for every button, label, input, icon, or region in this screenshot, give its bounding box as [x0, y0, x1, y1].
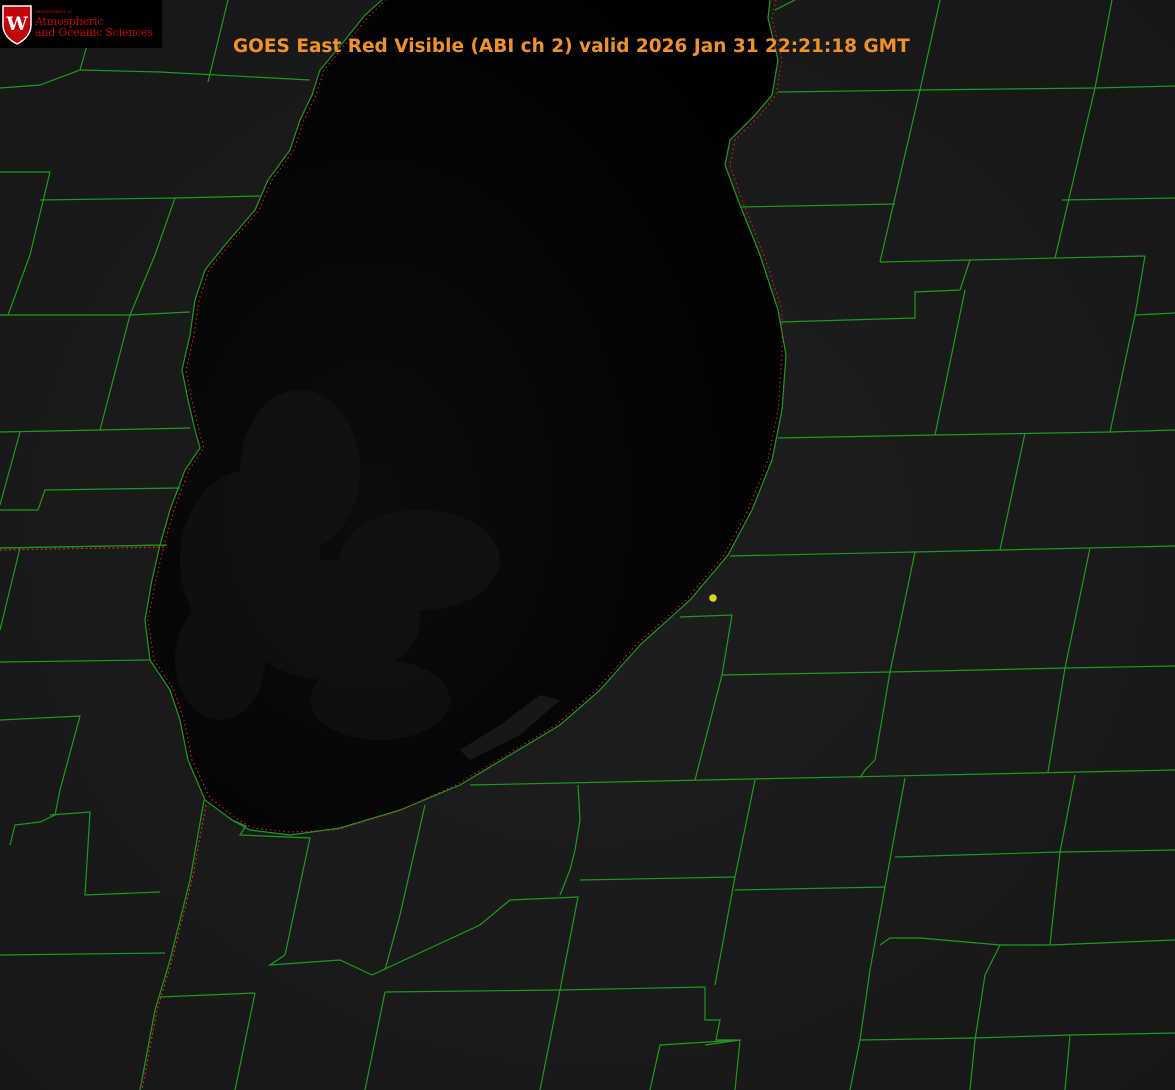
crest-letter: W	[5, 13, 28, 35]
uw-crest-icon: W	[2, 5, 32, 45]
uw-aos-logo[interactable]: W Department of Atmospheric and Oceanic …	[0, 0, 162, 48]
map-title: GOES East Red Visible (ABI ch 2) valid 2…	[233, 36, 910, 57]
satellite-map	[0, 0, 1175, 1090]
logo-text: Department of Atmospheric and Oceanic Sc…	[35, 10, 153, 39]
logo-line-2: and Oceanic Sciences	[35, 26, 153, 39]
station-marker	[709, 594, 717, 602]
